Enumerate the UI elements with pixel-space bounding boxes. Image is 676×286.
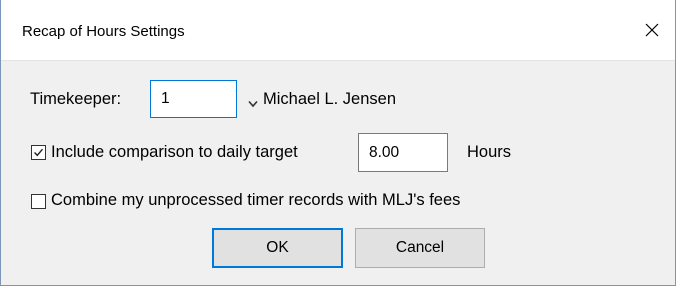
timekeeper-input[interactable]: 1 — [150, 80, 237, 118]
combine-timer-records-label[interactable]: Combine my unprocessed timer records wit… — [51, 191, 460, 210]
daily-target-input[interactable]: 8.00 — [358, 133, 448, 172]
ok-button-label: OK — [266, 239, 289, 256]
hours-unit-label: Hours — [467, 143, 512, 161]
chevron-down-icon[interactable] — [248, 95, 258, 108]
include-comparison-checkbox[interactable] — [31, 145, 46, 160]
close-icon — [645, 23, 659, 37]
combine-timer-records-checkbox[interactable] — [31, 194, 46, 209]
cancel-button-label: Cancel — [395, 239, 445, 256]
checkmark-icon — [34, 148, 44, 157]
timekeeper-value: 1 — [161, 90, 170, 107]
ok-button[interactable]: OK — [212, 228, 343, 268]
daily-target-value: 8.00 — [369, 143, 400, 161]
cancel-button[interactable]: Cancel — [355, 228, 485, 268]
include-comparison-label[interactable]: Include comparison to daily target — [51, 143, 298, 162]
timekeeper-name: Michael L. Jensen — [263, 90, 396, 108]
window-title: Recap of Hours Settings — [22, 23, 185, 40]
close-button[interactable] — [629, 0, 675, 60]
title-bar: Recap of Hours Settings — [1, 0, 675, 61]
recap-of-hours-settings-dialog: Recap of Hours Settings Timekeeper: 1 Mi… — [0, 0, 676, 286]
timekeeper-label: Timekeeper: — [30, 90, 122, 108]
